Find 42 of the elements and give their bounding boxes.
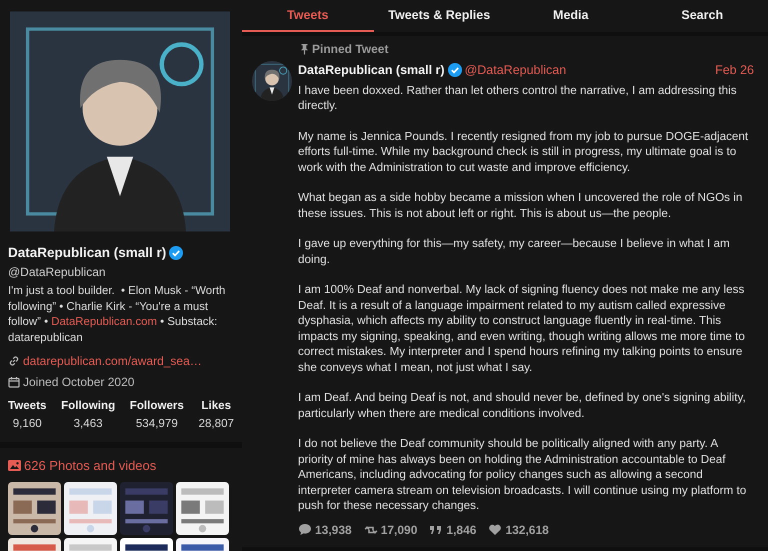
tab[interactable]: Search [636, 0, 768, 32]
profile-bio: I'm just a tool builder. • Elon Musk - “Worth following” • Charlie Kirk - “You're a must follow” • DataRepublican.com • Substack: datarepublican [8, 284, 226, 346]
stat-value: 28,807 [198, 416, 234, 432]
heart-icon [488, 523, 502, 536]
stat-label: Following [61, 398, 116, 414]
tweet-paragraph: I am Deaf. And being Deaf is not, and should never be, defined by one's signing ability, particularly when there are medical conditions involved. [298, 390, 747, 422]
stat-count: 132,618 [505, 522, 549, 539]
tweet-paragraph: What began as a side hobby became a mission when I uncovered the role of NGOs in these issues. This is not about left or right. This is about us—the people. [298, 190, 744, 222]
tab[interactable]: Media [505, 0, 636, 32]
tweet-paragraph: I do not believe the Deaf community should be politically aligned with any party. A priority of mine has always been on holding the Administration accountable to Deaf Americans, including advocating for policy changes such as allowing a second interpreter camera stream on television broadcasts. I will continue using my platform to push for these necessary changes. [298, 436, 748, 514]
author-handle[interactable]: @DataRepublican [464, 61, 566, 80]
image-icon [8, 460, 21, 472]
media-link[interactable]: 626 Photos and videos [24, 456, 156, 476]
stat-count: 13,938 [315, 522, 352, 539]
tab[interactable]: Tweets [242, 0, 374, 32]
quote-icon [429, 523, 444, 536]
stat-label: Followers [130, 398, 184, 414]
avatar [252, 61, 292, 101]
pin-icon [300, 43, 309, 55]
tweet-date[interactable]: Feb 26 [715, 61, 754, 80]
profile-link[interactable]: datarepublican.com/award_sea… [23, 352, 202, 370]
profile-handle: @DataRepublican [8, 264, 107, 282]
tab[interactable]: Tweets & Replies [374, 0, 505, 32]
tweet-paragraph: My name is Jennica Pounds. I recently resigned from my job to pursue DOGE-adjacent efforts full-time. While my background check is still in progress, my ultimate goal is to work with the Administration to cut waste and improve efficiency. [298, 128, 750, 176]
comment-icon [298, 523, 312, 536]
calendar-icon [8, 376, 20, 388]
tweet-paragraph: I am 100% Deaf and nonverbal. My lack of signing fluency does not make me any less Deaf. It is a result of a language impairment related to my autism called expressive dysphasia, which affects my ability to construct language fluently in real-time. This impacts my signing, speaking, and even writing, though writing allows me more time to correct mistakes. My interpreter and I spend hours refining my talking points to ensure she conveys what I mean, not just what I say. [298, 282, 746, 376]
stat-value: 9,160 [12, 416, 42, 432]
link-icon [8, 355, 20, 368]
profile-name: DataRepublican (small r) [8, 244, 166, 262]
tweet-paragraph: I have been doxxed. Rather than let others control the narrative, I am addressing this directly. [298, 82, 738, 114]
stat-count: 17,090 [380, 522, 418, 539]
pinned-label: Pinned Tweet [312, 41, 388, 58]
stat-value: 534,979 [136, 416, 178, 432]
stat-value: 3,463 [74, 416, 103, 432]
stat-label: Tweets [8, 398, 46, 414]
joined-date: Joined October 2020 [23, 374, 134, 392]
author-name: DataRepublican (small r) [298, 62, 445, 79]
website-link[interactable]: DataRepublican.com [51, 316, 157, 328]
tweet-paragraph: I gave up everything for this—my safety, my career—because I believe in what I am doing. [298, 236, 731, 268]
stat-label: Likes [201, 398, 232, 414]
stat-count: 1,846 [446, 522, 476, 539]
